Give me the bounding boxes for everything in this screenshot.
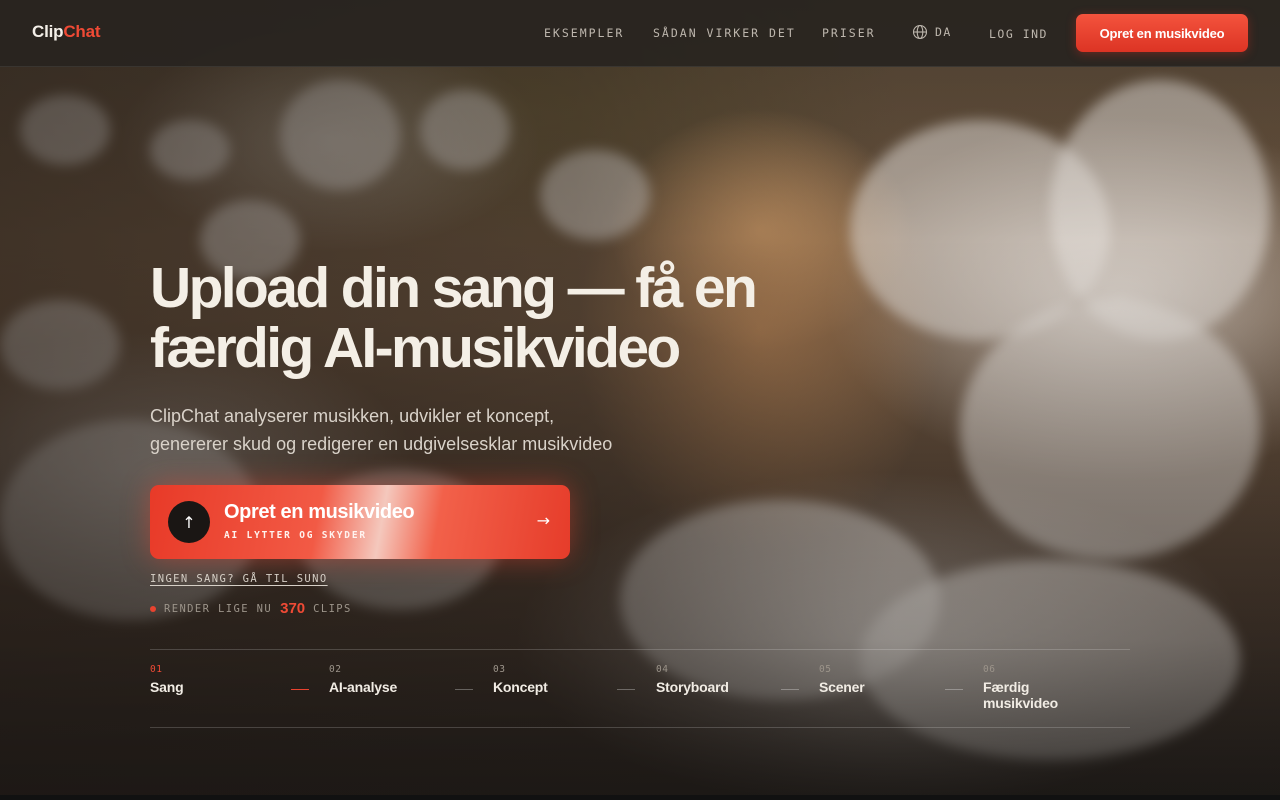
hero-subtitle: ClipChat analyserer musikken, udvikler e…	[150, 402, 670, 458]
step-label: Scener	[819, 679, 865, 695]
hero-subtitle-line-2: genererer skud og redigerer en udgivelse…	[150, 434, 613, 454]
bottom-edge	[0, 795, 1280, 800]
step-faerdig-musikvideo: 06 Færdig musikvideo	[983, 664, 1073, 711]
top-nav: ClipChat EKSEMPLER SÅDAN VIRKER DET PRIS…	[0, 0, 1280, 67]
step-sang: 01 Sang	[150, 664, 260, 695]
main-cta-tagline: AI LYTTER OG SKYDER	[224, 530, 367, 541]
arrow-right-icon: →	[536, 511, 550, 530]
step-label: Færdig musikvideo	[983, 679, 1059, 711]
hero-title: Upload din sang — få en færdig AI-musikv…	[150, 258, 830, 378]
render-status-suffix: CLIPS	[313, 602, 352, 615]
step-separator	[781, 689, 799, 690]
go-to-suno-link[interactable]: INGEN SANG? GÅ TIL SUNO	[150, 573, 328, 585]
step-separator	[617, 689, 635, 690]
main-create-video-button[interactable]: ↑ Opret en musikvideo AI LYTTER OG SKYDE…	[150, 485, 570, 559]
step-number: 06	[983, 664, 996, 675]
step-number: 01	[150, 664, 163, 675]
step-separator	[455, 689, 473, 690]
step-label: Storyboard	[656, 679, 729, 695]
step-scener: 05 Scener	[819, 664, 929, 695]
step-ai-analyse: 02 AI-analyse	[329, 664, 439, 695]
step-number: 05	[819, 664, 832, 675]
step-label: Sang	[150, 679, 184, 695]
nav-link-eksempler[interactable]: EKSEMPLER	[544, 26, 624, 40]
step-separator	[291, 689, 309, 690]
main-cta-title: Opret en musikvideo	[224, 501, 415, 523]
render-count: 370	[280, 600, 306, 617]
nav-create-video-button[interactable]: Opret en musikvideo	[1076, 14, 1248, 52]
upload-arrow-icon: ↑	[168, 501, 210, 543]
step-number: 04	[656, 664, 669, 675]
render-status: RENDER LIGE NU 370 CLIPS	[150, 600, 352, 617]
hero-subtitle-line-1: ClipChat analyserer musikken, udvikler e…	[150, 406, 555, 426]
globe-icon	[912, 24, 928, 40]
nav-link-saadan-virker-det[interactable]: SÅDAN VIRKER DET	[653, 26, 796, 40]
step-number: 02	[329, 664, 342, 675]
step-label: Koncept	[493, 679, 548, 695]
logo-part-chat: Chat	[63, 22, 101, 41]
render-status-prefix: RENDER LIGE NU	[164, 602, 273, 615]
step-number: 03	[493, 664, 506, 675]
logo[interactable]: ClipChat	[32, 22, 100, 42]
step-storyboard: 04 Storyboard	[656, 664, 766, 695]
language-selector[interactable]: DA	[912, 24, 952, 40]
hero-title-line-1: Upload din sang — få en	[150, 256, 758, 320]
login-link[interactable]: LOG IND	[989, 27, 1048, 41]
hero-title-line-2: færdig AI-musikvideo	[150, 316, 681, 380]
step-koncept: 03 Koncept	[493, 664, 603, 695]
language-label: DA	[935, 25, 952, 39]
process-steps: 01 Sang 02 AI-analyse 03 Koncept 04 Stor…	[150, 649, 1130, 728]
logo-part-clip: Clip	[32, 22, 64, 41]
live-dot-icon	[150, 605, 156, 612]
step-separator	[945, 689, 963, 690]
step-label: AI-analyse	[329, 679, 398, 695]
nav-link-priser[interactable]: PRISER	[822, 26, 876, 40]
